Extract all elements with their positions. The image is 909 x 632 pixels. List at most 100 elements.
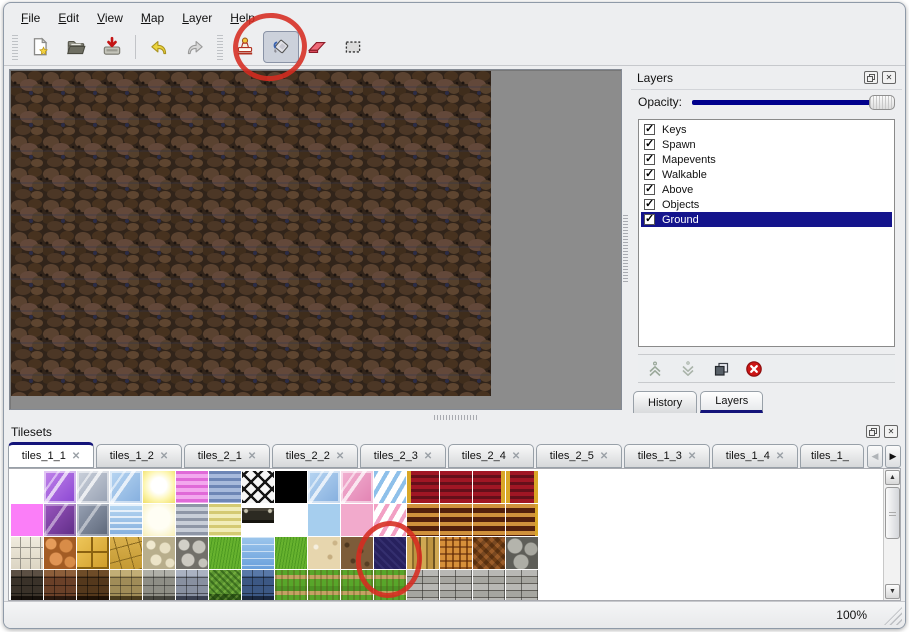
menu-item[interactable]: View xyxy=(88,8,132,28)
opacity-slider-handle[interactable] xyxy=(869,95,895,110)
tileset-tile[interactable] xyxy=(176,504,208,536)
tileset-tile[interactable] xyxy=(242,537,274,569)
vertical-splitter[interactable] xyxy=(622,69,630,410)
redo-button[interactable] xyxy=(177,31,213,63)
tileset-tile[interactable] xyxy=(440,471,472,503)
tileset-tile[interactable] xyxy=(143,504,175,536)
close-tab-icon[interactable]: ✕ xyxy=(424,451,432,462)
tileset-tile[interactable] xyxy=(341,471,373,503)
close-tab-icon[interactable]: ✕ xyxy=(336,451,344,462)
tileset-tile[interactable] xyxy=(110,504,142,536)
tileset-tile[interactable] xyxy=(473,537,505,569)
tileset-tile[interactable] xyxy=(44,537,76,569)
duplicate-layer-button[interactable] xyxy=(710,358,732,380)
tileset-scrollbar[interactable]: ▲ ▼ xyxy=(883,469,900,600)
dock-tab[interactable]: Layers xyxy=(700,391,763,413)
tileset-tile[interactable] xyxy=(407,504,439,536)
tileset-tab[interactable]: tiles_1_4 ✕ xyxy=(712,444,798,468)
tileset-tab[interactable]: tiles_2_3 ✕ xyxy=(360,444,446,468)
layer-visibility-checkbox[interactable] xyxy=(644,184,655,195)
tileset-tile[interactable] xyxy=(440,504,472,536)
close-tab-icon[interactable]: ✕ xyxy=(512,451,520,462)
scrollbar-thumb[interactable] xyxy=(885,487,900,539)
menu-item[interactable]: Map xyxy=(132,8,173,28)
tileset-tile[interactable] xyxy=(506,504,538,536)
tileset-tile[interactable] xyxy=(308,471,340,503)
tileset-tile[interactable] xyxy=(44,471,76,503)
layer-visibility-checkbox[interactable] xyxy=(644,169,655,180)
layer-list[interactable]: Keys Spawn Mapevents Walkable xyxy=(638,119,895,347)
close-tab-icon[interactable]: ✕ xyxy=(248,451,256,462)
tileset-view[interactable]: ▲ ▼ xyxy=(8,468,901,601)
tileset-tile[interactable] xyxy=(77,570,109,601)
tileset-tile[interactable] xyxy=(275,570,307,601)
tileset-tile[interactable] xyxy=(11,504,43,536)
close-panel-button[interactable]: ✕ xyxy=(882,71,896,84)
layer-row[interactable]: Mapevents xyxy=(641,152,892,167)
scroll-tabs-right-button[interactable]: ▶ xyxy=(885,445,901,468)
select-tool-button[interactable] xyxy=(335,31,371,63)
close-panel-button[interactable]: ✕ xyxy=(884,425,898,438)
horizontal-splitter[interactable] xyxy=(4,413,905,421)
tileset-tile[interactable] xyxy=(341,570,373,601)
tileset-tile[interactable] xyxy=(176,537,208,569)
menu-item[interactable]: Edit xyxy=(49,8,88,28)
tileset-tile[interactable] xyxy=(209,570,241,601)
tileset-tile[interactable] xyxy=(407,570,439,601)
map-canvas[interactable] xyxy=(11,71,491,396)
raise-layer-button[interactable] xyxy=(644,358,666,380)
tileset-tile[interactable] xyxy=(374,504,406,536)
tileset-tile[interactable] xyxy=(209,537,241,569)
stamp-tool-button[interactable] xyxy=(227,31,263,63)
delete-layer-button[interactable] xyxy=(743,358,765,380)
opacity-slider[interactable] xyxy=(690,94,895,110)
layer-visibility-checkbox[interactable] xyxy=(644,154,655,165)
tileset-tile[interactable] xyxy=(11,570,43,601)
layer-row[interactable]: Walkable xyxy=(641,167,892,182)
tileset-tile[interactable] xyxy=(143,471,175,503)
tileset-tile[interactable] xyxy=(473,570,505,601)
tileset-tab[interactable]: tiles_1_2 ✕ xyxy=(96,444,182,468)
toolbar-drag-handle[interactable] xyxy=(217,34,223,60)
tileset-tile[interactable] xyxy=(440,537,472,569)
float-panel-button[interactable] xyxy=(866,425,880,438)
tileset-tile[interactable] xyxy=(44,570,76,601)
fill-tool-button[interactable] xyxy=(263,31,299,63)
tileset-tile[interactable] xyxy=(473,471,505,503)
close-tab-icon[interactable]: ✕ xyxy=(688,451,696,462)
resize-grip[interactable] xyxy=(884,607,902,625)
tileset-tile[interactable] xyxy=(308,504,340,536)
tileset-tab[interactable]: tiles_2_1 ✕ xyxy=(184,444,270,468)
menu-item[interactable]: File xyxy=(12,8,49,28)
tileset-tile[interactable] xyxy=(44,504,76,536)
tileset-tile[interactable] xyxy=(209,471,241,503)
opacity-slider-track[interactable] xyxy=(692,100,893,105)
splitter-grip[interactable] xyxy=(434,415,478,420)
tileset-tile[interactable] xyxy=(506,570,538,601)
menu-item[interactable]: Layer xyxy=(173,8,221,28)
tileset-tile[interactable] xyxy=(374,471,406,503)
save-button[interactable] xyxy=(94,31,130,63)
tileset-tile[interactable] xyxy=(440,570,472,601)
layer-row[interactable]: Objects xyxy=(641,197,892,212)
undo-button[interactable] xyxy=(141,31,177,63)
layer-row[interactable]: Above xyxy=(641,182,892,197)
splitter-grip[interactable] xyxy=(623,214,628,282)
tileset-tile[interactable] xyxy=(506,471,538,503)
tileset-tile[interactable] xyxy=(407,471,439,503)
tileset-tile[interactable] xyxy=(275,504,307,536)
tileset-tile[interactable] xyxy=(77,504,109,536)
tileset-tile[interactable] xyxy=(77,471,109,503)
layer-row[interactable]: Ground xyxy=(641,212,892,227)
tileset-tab[interactable]: tiles_2_5 ✕ xyxy=(536,444,622,468)
scroll-up-button[interactable]: ▲ xyxy=(885,470,900,485)
tileset-tile[interactable] xyxy=(176,570,208,601)
tileset-tile[interactable] xyxy=(176,471,208,503)
tileset-tab[interactable]: tiles_1_ ✕ xyxy=(800,444,864,468)
tileset-tab[interactable]: tiles_1_1 ✕ xyxy=(8,442,94,468)
tileset-tab[interactable]: tiles_2_2 ✕ xyxy=(272,444,358,468)
tileset-tile[interactable] xyxy=(341,537,373,569)
tileset-tab[interactable]: tiles_1_3 ✕ xyxy=(624,444,710,468)
tileset-tile[interactable] xyxy=(341,504,373,536)
dock-tab[interactable]: History xyxy=(633,391,697,413)
